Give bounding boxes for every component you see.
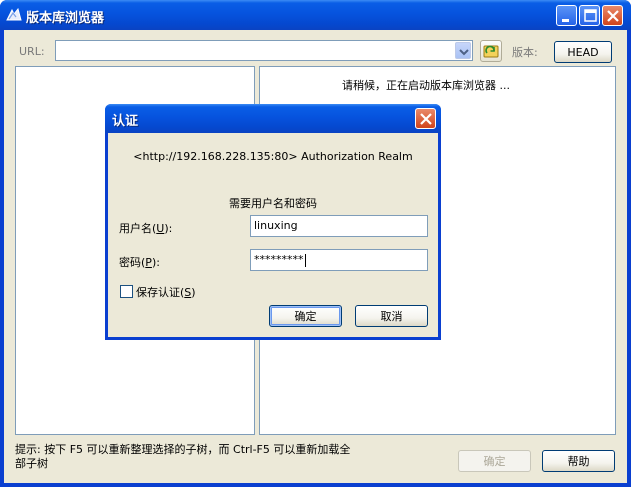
dialog-cancel-button[interactable]: 取消	[355, 305, 428, 327]
title-bar[interactable]: 版本库浏览器	[0, 0, 631, 30]
url-dropdown-button[interactable]	[455, 42, 471, 59]
ok-button[interactable]: 确定	[458, 450, 531, 472]
url-combobox[interactable]	[55, 40, 473, 61]
username-label: 用户名(U):	[119, 222, 173, 235]
username-input[interactable]: linuxing	[250, 215, 428, 237]
password-input[interactable]: *********	[250, 249, 428, 271]
dialog-body: <http://192.168.228.135:80> Authorizatio…	[108, 133, 438, 337]
minimize-button[interactable]	[556, 5, 577, 26]
revision-head-button[interactable]: HEAD	[554, 41, 612, 63]
password-label: 密码(P):	[119, 256, 160, 269]
close-icon	[420, 113, 432, 125]
auth-dialog: 认证 <http://192.168.228.135:80> Authoriza…	[105, 104, 441, 340]
close-icon	[607, 10, 619, 22]
text-caret	[304, 253, 306, 267]
minimize-icon	[562, 19, 569, 22]
dialog-close-button[interactable]	[415, 108, 436, 129]
dialog-title: 认证	[112, 114, 139, 129]
close-button[interactable]	[602, 5, 623, 26]
save-auth-label[interactable]: 保存认证(S)	[136, 284, 196, 300]
window-title: 版本库浏览器	[26, 11, 105, 26]
revision-label: 版本:	[512, 46, 538, 59]
loading-status: 请稍候，正在启动版本库浏览器 ...	[342, 79, 510, 92]
auth-prompt: 需要用户名和密码	[229, 197, 317, 210]
hint-text: 提示: 按下 F5 可以重新整理选择的子树，而 Ctrl-F5 可以重新加载全部…	[15, 443, 351, 470]
go-button[interactable]	[480, 40, 502, 62]
folder-refresh-icon	[483, 45, 499, 58]
dialog-title-bar[interactable]: 认证	[105, 104, 441, 133]
repo-browser-icon	[6, 8, 22, 21]
maximize-icon	[584, 9, 597, 22]
help-button[interactable]: 帮助	[542, 450, 615, 472]
chevron-down-icon	[459, 49, 469, 56]
save-auth-checkbox[interactable]	[120, 285, 133, 298]
url-label: URL:	[19, 45, 45, 58]
dialog-ok-button[interactable]: 确定	[269, 305, 342, 327]
auth-realm: <http://192.168.228.135:80> Authorizatio…	[133, 150, 413, 163]
maximize-button[interactable]	[579, 5, 600, 26]
